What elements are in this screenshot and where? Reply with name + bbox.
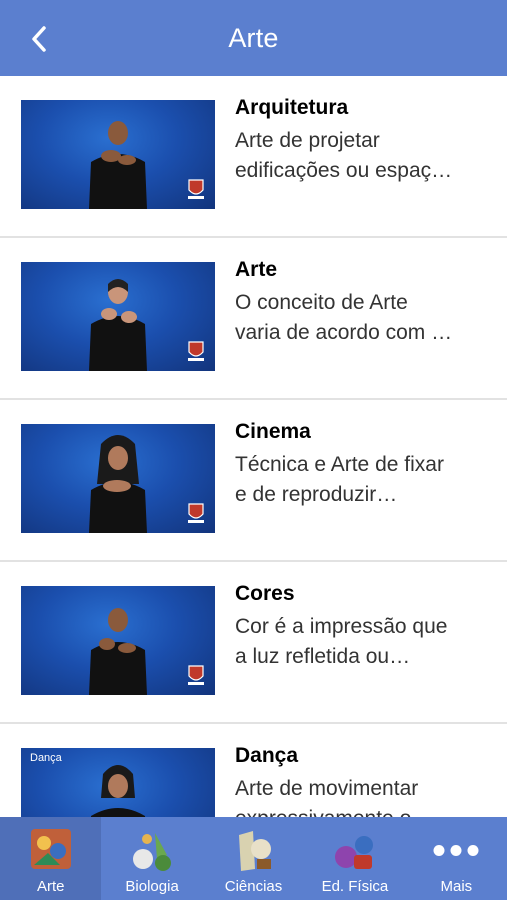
term-desc-line-2: e de reproduzir…	[235, 483, 398, 506]
parana-logo-icon	[188, 665, 204, 685]
list-item[interactable]: Cores Cor é a impressão que a luz reflet…	[0, 562, 507, 724]
list-item[interactable]: Cinema Técnica e Arte de fixar e de repr…	[0, 400, 507, 562]
term-text: Cores Cor é a impressão que a luz reflet…	[235, 582, 490, 672]
list-item[interactable]: Arquitetura Arte de projetar edificações…	[0, 76, 507, 238]
tab-label: Biologia	[125, 878, 179, 895]
arte-icon	[30, 829, 71, 869]
term-text: Dança Arte de movimentar expressivamente…	[235, 744, 490, 817]
list-item[interactable]: Arte O conceito de Arte varia de acordo …	[0, 238, 507, 400]
tab-bar: Arte Biologia Ciências Ed. Física Mais	[0, 817, 507, 900]
tab-ed-fisica[interactable]: Ed. Física	[304, 817, 405, 900]
term-text: Cinema Técnica e Arte de fixar e de repr…	[235, 420, 490, 510]
term-desc-line-1: Técnica e Arte de fixar	[235, 453, 444, 476]
interpreter-figure	[89, 435, 147, 533]
chevron-left-icon	[32, 26, 46, 52]
ed-fisica-icon	[334, 836, 373, 869]
ciencias-icon	[238, 831, 271, 871]
term-desc-line-2: edificações ou espaç…	[235, 159, 453, 182]
tab-biologia[interactable]: Biologia	[101, 817, 202, 900]
term-name: Cinema	[235, 420, 311, 443]
parana-logo-icon	[188, 179, 204, 199]
interpreter-figure	[89, 608, 147, 695]
tab-label: Arte	[36, 878, 65, 895]
term-desc-line-2: expressivamente o	[235, 804, 490, 817]
term-desc-line-1: Cor é a impressão que	[235, 615, 448, 638]
video-caption: Dança	[30, 752, 62, 764]
term-text: Arquitetura Arte de projetar edificações…	[235, 96, 490, 186]
term-desc-line-2: a luz refletida ou…	[235, 645, 411, 668]
term-name: Arquitetura	[235, 96, 349, 119]
video-thumbnail: Dança	[21, 748, 215, 817]
more-icon	[433, 845, 479, 856]
parana-logo-icon	[188, 503, 204, 523]
video-thumbnail	[21, 100, 215, 209]
term-text: Arte O conceito de Arte varia de acordo …	[235, 258, 490, 348]
interpreter-figure	[89, 279, 147, 371]
video-thumbnail	[21, 424, 215, 533]
tab-label: Ciências	[224, 878, 283, 895]
video-thumbnail	[21, 586, 215, 695]
term-name: Cores	[235, 582, 295, 605]
tab-label: Ed. Física	[321, 878, 389, 895]
biologia-icon	[133, 833, 172, 871]
parana-logo-icon	[188, 341, 204, 361]
back-button[interactable]	[26, 22, 54, 56]
page-title: Arte	[228, 22, 279, 53]
video-thumbnail	[21, 262, 215, 371]
top-bar: Arte	[0, 0, 507, 76]
term-list: Arquitetura Arte de projetar edificações…	[0, 76, 507, 817]
term-name: Dança	[235, 744, 299, 767]
interpreter-figure	[89, 121, 147, 209]
term-desc-line-1: Arte de projetar	[235, 129, 380, 152]
tab-arte[interactable]: Arte	[0, 817, 102, 900]
interpreter-figure	[90, 765, 146, 817]
tab-ciencias[interactable]: Ciências	[203, 817, 304, 900]
term-desc-line-2: varia de acordo com …	[235, 321, 453, 344]
term-desc-line-1: Arte de movimentar	[235, 777, 419, 800]
list-item[interactable]: Dança Dança Arte de movimentar expressiv…	[0, 724, 507, 817]
term-name: Arte	[235, 258, 278, 281]
tab-label: Mais	[440, 878, 473, 895]
tab-mais[interactable]: Mais	[406, 817, 507, 900]
term-desc-line-1: O conceito de Arte	[235, 291, 408, 314]
